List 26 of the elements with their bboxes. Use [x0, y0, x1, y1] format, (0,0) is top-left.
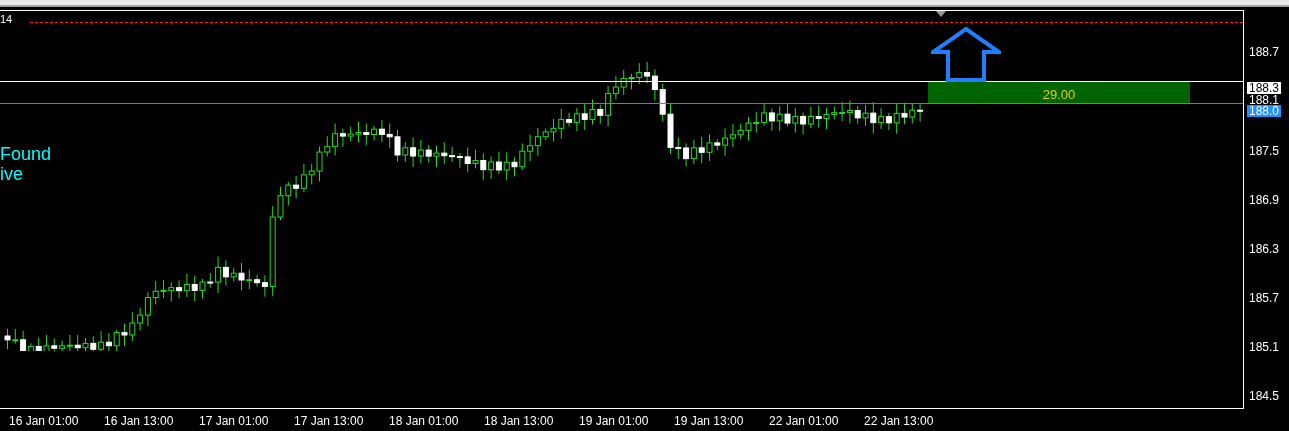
time-label: 16 Jan 01:00	[9, 415, 79, 427]
indicator-text: ive	[0, 164, 24, 184]
price-marker: 188.3	[1247, 82, 1282, 94]
price-marker: 188.0	[1247, 105, 1282, 117]
time-label: 16 Jan 13:00	[104, 415, 174, 427]
time-label: 19 Jan 01:00	[579, 415, 649, 427]
level-label: 14	[0, 14, 13, 25]
price-label: 186.3	[1249, 243, 1280, 255]
price-label: 185.1	[1249, 341, 1280, 353]
time-label: 22 Jan 01:00	[769, 415, 839, 427]
price-label: 184.5	[1249, 390, 1280, 402]
time-label: 18 Jan 13:00	[484, 415, 554, 427]
price-label: 185.7	[1249, 292, 1280, 304]
time-label: 22 Jan 13:00	[864, 415, 934, 427]
time-label: 17 Jan 13:00	[294, 415, 364, 427]
indicator-text: Found	[0, 144, 52, 164]
price-label: 186.9	[1249, 194, 1280, 206]
marker-triangle-icon	[936, 11, 946, 17]
price-label: 188.7	[1249, 46, 1280, 58]
time-label: 18 Jan 01:00	[389, 415, 459, 427]
time-label: 19 Jan 13:00	[674, 415, 744, 427]
time-label: 17 Jan 01:00	[199, 415, 269, 427]
up-arrow-icon	[931, 27, 1001, 82]
position-label: 29.00	[1042, 87, 1076, 103]
price-label: 187.5	[1249, 145, 1280, 157]
price-marker: 188.1	[1247, 94, 1282, 106]
